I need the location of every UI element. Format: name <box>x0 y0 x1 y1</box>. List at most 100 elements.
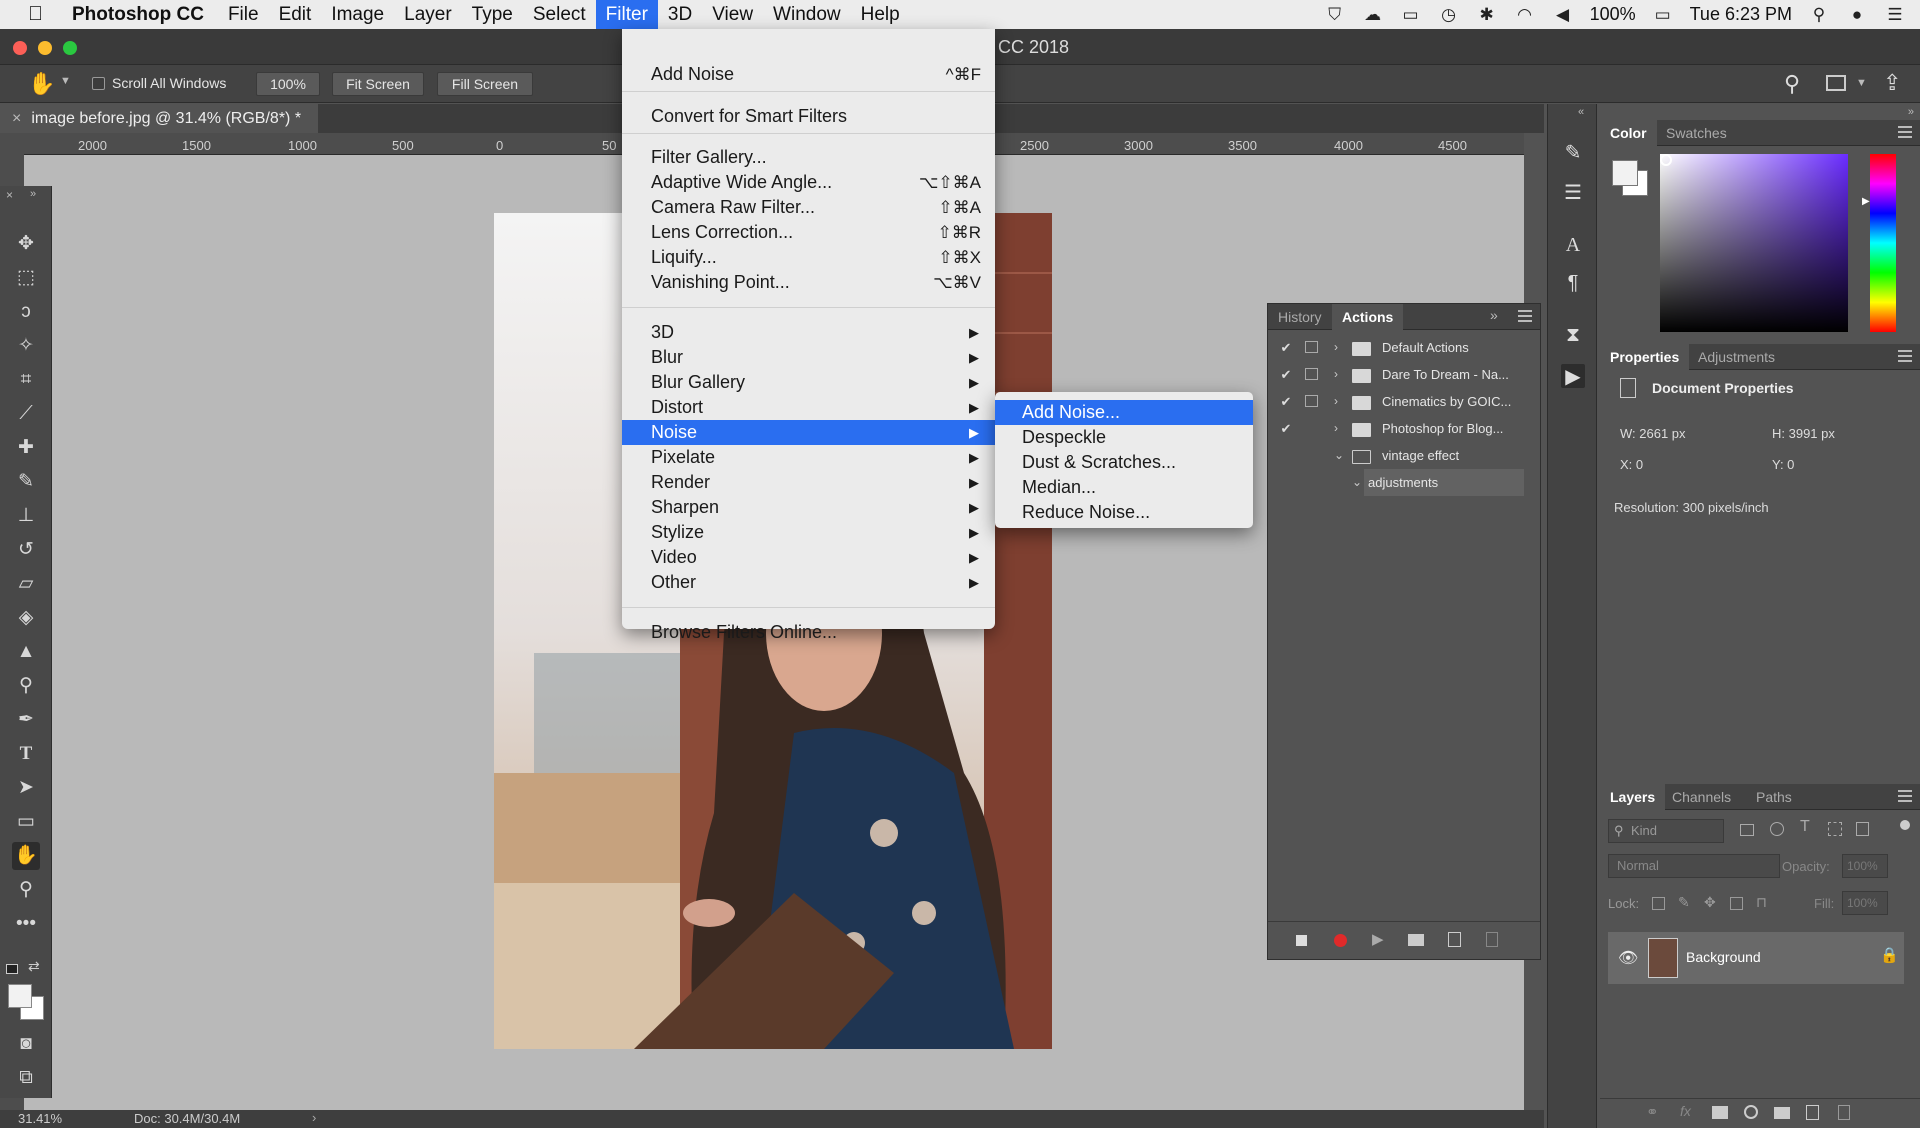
dialog-toggle-icon[interactable] <box>1305 395 1318 407</box>
zoom-level[interactable]: 31.41% <box>18 1111 62 1126</box>
magic-wand-tool-icon[interactable]: ✧ <box>12 332 40 360</box>
check-icon[interactable]: ✔ <box>1278 388 1294 415</box>
blend-mode-select[interactable]: Normal <box>1608 854 1780 878</box>
tab-color[interactable]: Color <box>1600 120 1657 146</box>
creative-cloud-icon[interactable]: ☁ <box>1362 5 1384 25</box>
new-set-folder-icon[interactable] <box>1408 934 1424 946</box>
bluetooth-icon[interactable]: ✱ <box>1476 5 1498 25</box>
menu-3d[interactable]: 3D <box>658 0 702 29</box>
dialog-toggle-icon[interactable] <box>1305 368 1318 380</box>
paint-bucket-tool-icon[interactable]: ◈ <box>12 604 40 632</box>
actions-play-icon[interactable]: ▶ <box>1561 364 1585 388</box>
siri-icon[interactable]: ● <box>1846 5 1868 25</box>
close-panel-icon[interactable]: × <box>6 188 13 202</box>
filter-menu-item-3d[interactable]: 3D ▶ <box>622 320 995 345</box>
apple-icon[interactable]:  <box>28 3 56 26</box>
chevron-right-icon[interactable]: › <box>312 1110 316 1125</box>
menu-help[interactable]: Help <box>851 0 910 29</box>
panel-menu-icon[interactable] <box>1898 350 1912 362</box>
check-icon[interactable]: ✔ <box>1278 361 1294 388</box>
filter-menu-item-lens-correction[interactable]: Lens Correction... ⇧⌘R <box>622 220 995 245</box>
menu-type[interactable]: Type <box>462 0 523 29</box>
action-set-row[interactable]: ✔ › Default Actions <box>1268 334 1540 361</box>
filter-menu-item-liquify[interactable]: Liquify... ⇧⌘X <box>622 245 995 270</box>
brush-settings-icon[interactable]: ✎ <box>1561 140 1585 164</box>
smart-object-filter-icon[interactable] <box>1856 822 1869 836</box>
filter-menu-item-browse-filters-online[interactable]: Browse Filters Online... <box>622 620 995 645</box>
adjustments-sliders-icon[interactable]: ☰ <box>1561 180 1585 204</box>
chevron-down-icon[interactable]: ⌄ <box>1352 469 1362 496</box>
trash-icon[interactable] <box>1486 932 1498 947</box>
eraser-tool-icon[interactable]: ▱ <box>12 570 40 598</box>
chevron-right-icon[interactable]: › <box>1334 415 1338 442</box>
filter-menu-item-pixelate[interactable]: Pixelate ▶ <box>622 445 995 470</box>
filter-menu-item-adaptive-wide-angle[interactable]: Adaptive Wide Angle... ⌥⇧⌘A <box>622 170 995 195</box>
action-set-row[interactable]: ⌄ vintage effect <box>1268 442 1540 469</box>
lock-position-icon[interactable]: ✥ <box>1704 894 1716 911</box>
visibility-eye-icon[interactable]: 👁 <box>1618 948 1638 968</box>
menu-image[interactable]: Image <box>321 0 394 29</box>
collapse-icon[interactable]: « <box>1578 106 1584 118</box>
filter-menu-item-distort[interactable]: Distort ▶ <box>622 395 995 420</box>
tab-actions[interactable]: Actions <box>1332 304 1404 330</box>
chevron-right-icon[interactable]: › <box>1334 388 1338 415</box>
lock-image-icon[interactable]: ✎ <box>1678 894 1690 911</box>
noise-submenu-item-despeckle[interactable]: Despeckle <box>995 425 1253 450</box>
scroll-all-windows-checkbox[interactable] <box>92 77 105 90</box>
color-field[interactable] <box>1660 154 1848 332</box>
history-icon[interactable]: ⧗ <box>1561 324 1585 348</box>
action-set-row[interactable]: ✔ › Photoshop for Blog... <box>1268 415 1540 442</box>
tab-paths[interactable]: Paths <box>1746 784 1802 810</box>
eyedropper-tool-icon[interactable]: ⟋ <box>12 400 40 428</box>
zoom-window-icon[interactable] <box>63 41 77 55</box>
fill-screen-button[interactable]: Fill Screen <box>437 72 533 96</box>
pixel-layer-filter-icon[interactable] <box>1740 824 1754 836</box>
app-menu[interactable]: Photoshop CC <box>72 4 204 26</box>
fx-icon[interactable]: fx <box>1680 1103 1691 1119</box>
lock-artboard-icon[interactable] <box>1730 897 1743 910</box>
close-window-icon[interactable] <box>13 41 27 55</box>
chevron-down-icon[interactable]: ▼ <box>60 75 71 87</box>
noise-submenu-item-dust-scratches[interactable]: Dust & Scratches... <box>995 450 1253 475</box>
volume-icon[interactable]: ◀ <box>1552 5 1574 25</box>
lock-all-icon[interactable]: ⊓ <box>1756 894 1767 911</box>
tab-history[interactable]: History <box>1268 304 1332 330</box>
clone-stamp-tool-icon[interactable]: ⊥ <box>12 502 40 530</box>
move-tool-icon[interactable]: ✥ <box>12 230 40 258</box>
hand-tool-icon[interactable]: ✋ <box>28 71 55 97</box>
menu-file[interactable]: File <box>218 0 269 29</box>
play-icon[interactable]: ▶ <box>1372 930 1384 948</box>
zoom-100-button[interactable]: 100% <box>256 72 320 96</box>
chevron-down-icon[interactable]: ▼ <box>1856 77 1867 89</box>
type-layer-filter-icon[interactable]: T <box>1800 818 1810 836</box>
menu-layer[interactable]: Layer <box>394 0 462 29</box>
new-layer-icon[interactable] <box>1806 1105 1819 1120</box>
tab-swatches[interactable]: Swatches <box>1656 120 1737 146</box>
collapse-icon[interactable]: » <box>1908 106 1914 118</box>
stop-icon[interactable] <box>1296 935 1307 946</box>
brush-tool-icon[interactable]: ✎ <box>12 468 40 496</box>
filter-menu-item-add-noise[interactable]: Add Noise ^⌘F <box>622 62 995 87</box>
action-row-selected[interactable]: ⌄ adjustments <box>1352 469 1524 496</box>
layer-name[interactable]: Background <box>1686 949 1761 965</box>
history-brush-tool-icon[interactable]: ↺ <box>12 536 40 564</box>
search-icon[interactable]: ⚲ <box>1784 71 1800 97</box>
document-tab[interactable]: × image before.jpg @ 31.4% (RGB/8*) * <box>0 104 318 133</box>
crop-tool-icon[interactable]: ⌗ <box>12 366 40 394</box>
filter-menu-item-video[interactable]: Video ▶ <box>622 545 995 570</box>
pen-tool-icon[interactable]: ✒ <box>12 706 40 734</box>
close-tab-icon[interactable]: × <box>12 110 21 127</box>
menu-view[interactable]: View <box>702 0 763 29</box>
marquee-tool-icon[interactable]: ⬚ <box>12 264 40 292</box>
notification-center-icon[interactable]: ☰ <box>1884 5 1906 25</box>
adjustment-layer-filter-icon[interactable] <box>1770 822 1784 836</box>
path-selection-tool-icon[interactable]: ➤ <box>12 774 40 802</box>
workspace-icon[interactable] <box>1826 75 1846 91</box>
screen-mode-icon[interactable]: ⧉ <box>12 1064 40 1092</box>
new-group-icon[interactable] <box>1774 1107 1790 1119</box>
tab-properties[interactable]: Properties <box>1600 344 1690 370</box>
panel-menu-icon[interactable] <box>1898 126 1912 138</box>
height-value[interactable]: H: 3991 px <box>1772 426 1835 441</box>
tab-adjustments[interactable]: Adjustments <box>1688 344 1785 370</box>
character-icon[interactable]: A <box>1561 234 1585 258</box>
